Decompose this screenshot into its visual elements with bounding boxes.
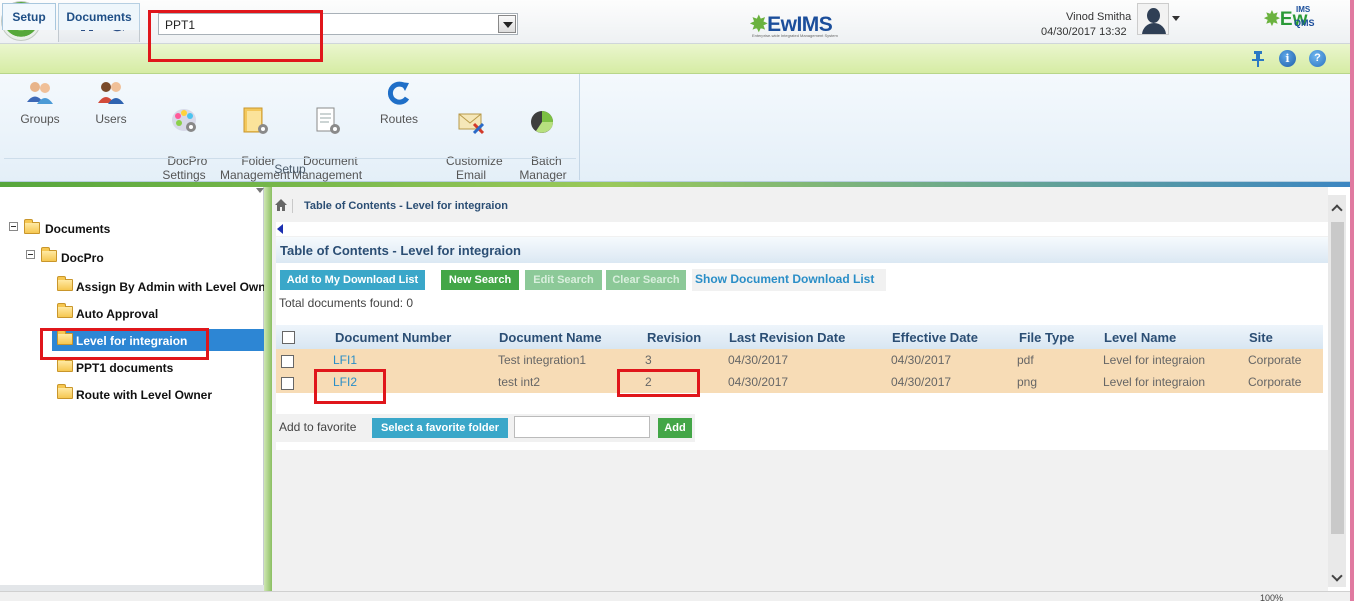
add-to-favorite-label: Add to favorite bbox=[279, 420, 357, 434]
folder-icon bbox=[57, 357, 73, 372]
document-management-icon bbox=[316, 107, 340, 134]
avatar[interactable] bbox=[1137, 3, 1169, 35]
file-type-cell: png bbox=[1017, 375, 1038, 389]
show-document-download-list-link[interactable]: Show Document Download List bbox=[692, 269, 886, 291]
effective-date-cell: 04/30/2017 bbox=[891, 353, 952, 367]
folder-icon bbox=[24, 219, 40, 234]
groups-icon bbox=[27, 82, 53, 104]
leaf-logo-icon: ✸ bbox=[1264, 9, 1280, 30]
column-last-revision-date[interactable]: Last Revision Date bbox=[729, 330, 845, 345]
level-name-cell: Level for integraion bbox=[1103, 375, 1206, 389]
users-icon bbox=[98, 82, 124, 104]
breadcrumb-current[interactable]: Table of Contents - Level for integraion bbox=[304, 200, 508, 212]
add-to-download-list-button[interactable]: Add to My Download List bbox=[280, 270, 425, 290]
last-revision-date-cell: 04/30/2017 bbox=[728, 353, 789, 367]
last-revision-date-cell: 04/30/2017 bbox=[728, 375, 789, 389]
home-icon[interactable] bbox=[275, 199, 287, 211]
highlight-box-document-number bbox=[314, 369, 386, 404]
site-cell: Corporate bbox=[1248, 375, 1302, 389]
back-strip bbox=[276, 222, 1328, 236]
document-name-cell: Test integration1 bbox=[498, 353, 587, 367]
tree-item-ppt1-documents[interactable]: PPT1 documents bbox=[76, 361, 173, 375]
help-icon[interactable]: ? bbox=[1309, 50, 1326, 67]
login-timestamp: 04/30/2017 13:32 bbox=[1041, 26, 1127, 38]
select-favorite-folder-button[interactable]: Select a favorite folder bbox=[372, 418, 508, 438]
email-icon bbox=[458, 113, 485, 135]
routes-button[interactable]: Routes bbox=[374, 78, 424, 126]
new-search-button[interactable]: New Search bbox=[441, 270, 519, 290]
pin-icon[interactable] bbox=[1251, 51, 1265, 67]
user-menu-caret-icon[interactable] bbox=[1172, 16, 1180, 21]
chevron-down-icon[interactable] bbox=[498, 15, 516, 33]
groups-label: Groups bbox=[20, 112, 60, 126]
panel-splitter[interactable] bbox=[264, 187, 272, 591]
highlight-box-library bbox=[148, 10, 323, 62]
collapse-toggle-icon[interactable] bbox=[9, 222, 18, 231]
batch-manager-icon bbox=[531, 111, 553, 133]
column-site[interactable]: Site bbox=[1249, 330, 1273, 345]
customize-email-messages-button[interactable]: Customize Email Messages bbox=[436, 78, 506, 196]
favorite-folder-input[interactable] bbox=[514, 416, 650, 438]
clear-search-button: Clear Search bbox=[606, 270, 686, 290]
breadcrumb-separator bbox=[292, 199, 293, 213]
row-checkbox[interactable] bbox=[281, 377, 294, 390]
status-bar bbox=[0, 591, 1350, 601]
docpro-settings-icon bbox=[172, 109, 196, 132]
brand-right-sup: IMS bbox=[1296, 5, 1311, 14]
column-effective-date[interactable]: Effective Date bbox=[892, 330, 978, 345]
users-label: Users bbox=[95, 112, 127, 126]
ewqms-logo: ✸Ew IMS QMS bbox=[1264, 5, 1315, 31]
row-checkbox[interactable] bbox=[281, 355, 294, 368]
ribbon-group-divider bbox=[4, 158, 576, 159]
site-cell: Corporate bbox=[1248, 353, 1302, 367]
collapse-panel-icon[interactable] bbox=[256, 188, 264, 193]
folder-icon bbox=[41, 247, 57, 262]
tree-item-assign-by-admin[interactable]: Assign By Admin with Level Owner bbox=[76, 280, 264, 294]
highlight-box-revision bbox=[617, 369, 700, 397]
total-documents-found: Total documents found: 0 bbox=[279, 296, 414, 310]
revision-cell: 3 bbox=[645, 353, 652, 367]
folder-icon bbox=[57, 276, 73, 291]
tab-documents[interactable]: Documents bbox=[58, 3, 140, 30]
brand-right-sub: QMS bbox=[1294, 18, 1315, 28]
folder-management-icon bbox=[243, 107, 268, 134]
tab-setup[interactable]: Setup bbox=[2, 3, 56, 30]
zoom-level[interactable]: 100% bbox=[1260, 593, 1283, 603]
column-document-name[interactable]: Document Name bbox=[499, 330, 602, 345]
column-revision[interactable]: Revision bbox=[647, 330, 701, 345]
user-name: Vinod Smitha bbox=[1066, 11, 1132, 23]
column-document-number[interactable]: Document Number bbox=[335, 330, 451, 345]
tree-item-docpro[interactable]: DocPro bbox=[61, 251, 104, 265]
document-name-cell: test int2 bbox=[498, 375, 541, 389]
ribbon-group-label: Setup bbox=[274, 162, 306, 176]
users-button[interactable]: Users bbox=[84, 78, 138, 126]
collapse-toggle-icon[interactable] bbox=[26, 250, 35, 259]
level-name-cell: Level for integraion bbox=[1103, 353, 1206, 367]
window-edge bbox=[1350, 0, 1354, 601]
info-icon[interactable]: i bbox=[1279, 50, 1296, 67]
document-number-link[interactable]: LFI1 bbox=[333, 353, 357, 367]
routes-label: Routes bbox=[379, 112, 419, 126]
back-arrow-icon[interactable] bbox=[277, 224, 283, 234]
brand-tagline: Enterprise-wide Integrated Management Sy… bbox=[752, 33, 838, 38]
groups-button[interactable]: Groups bbox=[12, 78, 68, 126]
scrollbar-thumb[interactable] bbox=[1331, 222, 1344, 534]
file-type-cell: pdf bbox=[1017, 353, 1034, 367]
column-file-type[interactable]: File Type bbox=[1019, 330, 1074, 345]
highlight-box-tree-item bbox=[40, 328, 209, 360]
folder-icon bbox=[57, 384, 73, 399]
edit-search-button: Edit Search bbox=[525, 270, 602, 290]
page-title: Table of Contents - Level for integraion bbox=[280, 243, 521, 258]
tree-item-auto-approval[interactable]: Auto Approval bbox=[76, 307, 158, 321]
column-level-name[interactable]: Level Name bbox=[1104, 330, 1176, 345]
tree-item-route-with-level-owner[interactable]: Route with Level Owner bbox=[76, 388, 212, 402]
tree-item-documents[interactable]: Documents bbox=[45, 222, 110, 236]
routes-icon bbox=[387, 81, 410, 105]
effective-date-cell: 04/30/2017 bbox=[891, 375, 952, 389]
add-favorite-button[interactable]: Add bbox=[658, 418, 692, 438]
folder-icon bbox=[57, 303, 73, 318]
ewims-logo: ✸EwIMS Enterprise-wide Integrated Manage… bbox=[750, 12, 838, 38]
select-all-checkbox[interactable] bbox=[282, 331, 295, 344]
